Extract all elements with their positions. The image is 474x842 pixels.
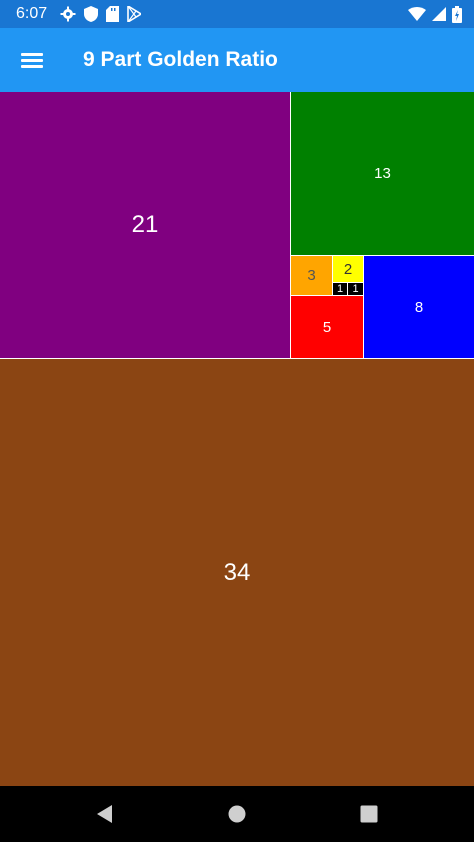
sd-card-icon xyxy=(106,6,119,22)
play-store-icon xyxy=(127,6,141,22)
tile-label: 21 xyxy=(131,211,159,238)
tile-13: 13 xyxy=(291,92,474,255)
home-icon xyxy=(228,805,246,823)
tile-1-right: 1 xyxy=(348,283,363,295)
page-title: 9 Part Golden Ratio xyxy=(83,48,278,71)
recents-button[interactable] xyxy=(359,804,379,824)
tile-2: 2 xyxy=(333,256,363,282)
tile-5: 5 xyxy=(291,296,363,358)
tile-1-left: 1 xyxy=(333,283,347,295)
tile-label: 5 xyxy=(322,318,332,336)
tile-21: 21 xyxy=(0,92,290,358)
back-button[interactable] xyxy=(95,804,115,824)
battery-icon xyxy=(452,5,462,23)
tile-3: 3 xyxy=(291,256,332,295)
signal-icon xyxy=(432,7,446,21)
tile-label: 2 xyxy=(343,260,353,278)
tile-label: 1 xyxy=(352,283,359,295)
status-time: 6:07 xyxy=(16,5,48,22)
tile-34: 34 xyxy=(0,359,474,786)
tile-label: 8 xyxy=(414,298,424,316)
tile-label: 3 xyxy=(307,267,316,284)
status-icons-left xyxy=(60,6,141,22)
back-icon xyxy=(97,805,112,823)
settings-icon xyxy=(60,6,76,22)
status-icons-right xyxy=(408,5,462,23)
tile-label: 13 xyxy=(374,165,391,182)
shield-icon xyxy=(84,6,98,22)
tile-8: 8 xyxy=(364,256,474,358)
recents-icon xyxy=(360,805,378,823)
menu-button[interactable] xyxy=(16,48,48,72)
tile-label: 1 xyxy=(336,283,344,295)
golden-ratio-grid: 21 13 3 2 1 1 5 8 34 xyxy=(0,92,474,786)
tile-label: 34 xyxy=(223,558,251,586)
app-bar: 9 Part Golden Ratio xyxy=(0,28,474,92)
wifi-icon xyxy=(408,7,426,21)
nav-bar xyxy=(0,786,474,842)
home-button[interactable] xyxy=(227,804,247,824)
status-bar: 6:07 xyxy=(0,0,474,28)
